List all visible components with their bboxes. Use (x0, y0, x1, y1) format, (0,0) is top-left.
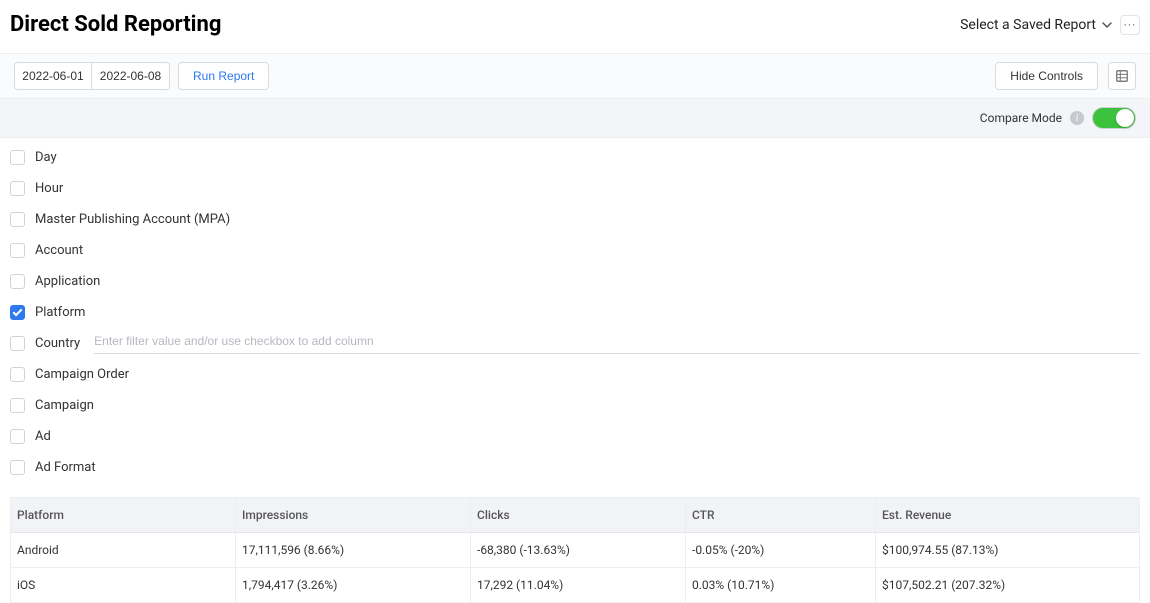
filter-checkbox-country[interactable] (10, 336, 25, 351)
hide-controls-button[interactable]: Hide Controls (995, 62, 1098, 90)
results-table: PlatformImpressionsClicksCTREst. Revenue… (10, 497, 1140, 603)
column-header[interactable]: Impressions (236, 498, 471, 532)
table-cell: -0.05% (-20%) (686, 533, 876, 567)
table-cell: Android (11, 533, 236, 567)
filter-checkbox-campaign_order[interactable] (10, 367, 25, 382)
filter-checkbox-application[interactable] (10, 274, 25, 289)
filter-input-country[interactable] (94, 334, 1140, 348)
filter-label-mpa: Master Publishing Account (MPA) (35, 212, 230, 227)
table-header-row: PlatformImpressionsClicksCTREst. Revenue (11, 498, 1139, 533)
column-header[interactable]: CTR (686, 498, 876, 532)
filter-checkbox-mpa[interactable] (10, 212, 25, 227)
filter-row-ad_format: Ad Format (10, 452, 1140, 483)
filter-checkbox-ad_format[interactable] (10, 460, 25, 475)
run-report-button[interactable]: Run Report (178, 62, 269, 90)
filter-checkbox-hour[interactable] (10, 181, 25, 196)
filter-row-ad: Ad (10, 421, 1140, 452)
filter-checkbox-platform[interactable] (10, 305, 25, 320)
filter-label-day: Day (35, 150, 57, 165)
filter-label-ad: Ad (35, 429, 51, 444)
filter-row-platform: Platform (10, 297, 1140, 328)
page-title: Direct Sold Reporting (10, 12, 221, 37)
export-icon (1115, 69, 1129, 83)
filter-checkbox-account[interactable] (10, 243, 25, 258)
info-icon[interactable]: i (1070, 111, 1084, 125)
column-header[interactable]: Est. Revenue (876, 498, 1139, 532)
select-saved-report-dropdown[interactable]: Select a Saved Report (960, 17, 1112, 33)
filter-label-account: Account (35, 243, 83, 258)
select-saved-report-label: Select a Saved Report (960, 17, 1096, 33)
export-button[interactable] (1108, 62, 1136, 90)
filter-label-hour: Hour (35, 181, 63, 196)
date-end-input[interactable] (92, 62, 170, 90)
filter-row-campaign_order: Campaign Order (10, 359, 1140, 390)
compare-mode-label: Compare Mode (980, 111, 1062, 125)
filter-label-ad_format: Ad Format (35, 460, 96, 475)
filter-checkbox-day[interactable] (10, 150, 25, 165)
filter-label-campaign: Campaign (35, 398, 94, 413)
date-start-input[interactable] (14, 62, 92, 90)
filter-label-platform: Platform (35, 305, 85, 320)
more-icon: ··· (1124, 18, 1136, 32)
more-options-button[interactable]: ··· (1120, 15, 1140, 35)
table-cell: -68,380 (-13.63%) (471, 533, 686, 567)
filter-row-application: Application (10, 266, 1140, 297)
table-cell: $100,974.55 (87.13%) (876, 533, 1139, 567)
table-cell: 17,111,596 (8.66%) (236, 533, 471, 567)
filter-label-campaign_order: Campaign Order (35, 367, 129, 382)
filter-row-mpa: Master Publishing Account (MPA) (10, 204, 1140, 235)
filter-label-country: Country (35, 336, 80, 351)
filter-checkbox-campaign[interactable] (10, 398, 25, 413)
toggle-knob (1116, 109, 1134, 127)
filter-row-hour: Hour (10, 173, 1140, 204)
column-header[interactable]: Clicks (471, 498, 686, 532)
filter-row-day: Day (10, 142, 1140, 173)
filter-row-account: Account (10, 235, 1140, 266)
table-row: Android17,111,596 (8.66%)-68,380 (-13.63… (11, 533, 1139, 568)
column-header[interactable]: Platform (11, 498, 236, 532)
compare-mode-toggle[interactable] (1092, 107, 1136, 129)
filter-checkbox-ad[interactable] (10, 429, 25, 444)
filter-input-wrap-country (94, 334, 1140, 354)
filter-row-campaign: Campaign (10, 390, 1140, 421)
chevron-down-icon (1102, 20, 1112, 30)
filter-row-country: Country (10, 328, 1140, 359)
filter-label-application: Application (35, 274, 100, 289)
filters-panel: Day Hour Master Publishing Account (MPA) Ac… (0, 138, 1150, 483)
